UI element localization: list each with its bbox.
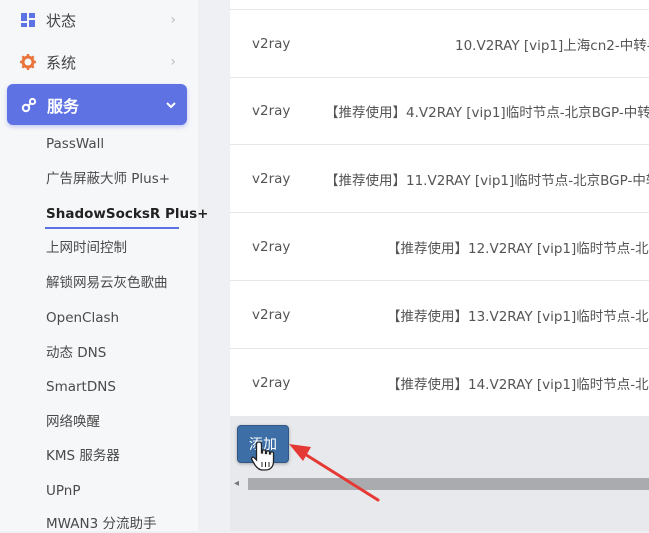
horizontal-scrollbar[interactable]: ◂ — [230, 476, 649, 492]
sidebar-item-status[interactable]: 状态 › — [8, 2, 186, 38]
table-footer — [230, 416, 649, 531]
node-name-cell: 【推荐使用】13.V2RAY [vip1]临时节点-北京BG — [387, 308, 649, 325]
protocol-cell: v2ray — [252, 170, 291, 187]
sidebar-subitem-ssr-plus[interactable]: ShadowSocksR Plus+ — [46, 205, 208, 223]
sidebar-subitem-mwan3[interactable]: MWAN3 分流助手 — [46, 515, 156, 533]
table-row[interactable]: v2ray 【推荐使用】4.V2RAY [vip1]临时节点-北京BGP-中转-… — [230, 77, 649, 145]
chevron-down-icon — [165, 96, 177, 115]
sidebar-item-label: 系统 — [46, 53, 77, 72]
table-row[interactable]: v2ray 【推荐使用】14.V2RAY [vip1]临时节点-北京BG — [230, 349, 649, 416]
services-icon — [21, 97, 37, 113]
node-table: v2ray 10.V2RAY [vip1]上海cn2-中转-香港 v2ray 【… — [230, 0, 649, 416]
node-name-cell: 10.V2RAY [vip1]上海cn2-中转-香港 — [455, 37, 649, 54]
dashboard-icon — [20, 12, 36, 28]
table-row[interactable]: v2ray 10.V2RAY [vip1]上海cn2-中转-香港 — [230, 9, 649, 78]
active-subitem-underline — [45, 227, 179, 229]
chevron-right-icon: › — [170, 12, 176, 28]
sidebar-item-label: 状态 — [46, 11, 77, 30]
protocol-cell: v2ray — [252, 35, 291, 52]
sidebar-subitem-unblock-music[interactable]: 解锁网易云灰色歌曲 — [46, 274, 168, 292]
node-name-cell: 【推荐使用】11.V2RAY [vip1]临时节点-北京BGP-中转-台 — [325, 172, 649, 189]
scrollbar-thumb[interactable] — [248, 478, 649, 490]
sidebar-subitem-wol[interactable]: 网络唤醒 — [46, 413, 100, 431]
protocol-cell: v2ray — [252, 306, 291, 323]
sidebar-subitem-adblock[interactable]: 广告屏蔽大师 Plus+ — [46, 170, 170, 188]
protocol-cell: v2ray — [252, 374, 291, 391]
sidebar-item-label: 服务 — [47, 96, 80, 116]
node-name-cell: 【推荐使用】14.V2RAY [vip1]临时节点-北京BG — [387, 376, 649, 393]
sidebar-item-system[interactable]: 系统 › — [8, 44, 186, 80]
gear-icon — [20, 54, 36, 70]
sidebar-subitem-passwall[interactable]: PassWall — [46, 135, 104, 153]
table-row[interactable]: v2ray 【推荐使用】13.V2RAY [vip1]临时节点-北京BG — [230, 281, 649, 349]
table-row[interactable]: v2ray 【推荐使用】12.V2RAY [vip1]临时节点-北京BG — [230, 213, 649, 281]
sidebar-subitem-time-control[interactable]: 上网时间控制 — [46, 239, 127, 257]
sidebar: 状态 › 系统 › 服务 PassWall 广告屏蔽大师 Plus+ Shado… — [0, 0, 208, 533]
sidebar-subitem-kms[interactable]: KMS 服务器 — [46, 447, 120, 465]
node-name-cell: 【推荐使用】4.V2RAY [vip1]临时节点-北京BGP-中转-台 — [325, 104, 649, 121]
hand-cursor-icon — [250, 441, 275, 471]
chevron-right-icon: › — [170, 54, 176, 70]
node-name-cell: 【推荐使用】12.V2RAY [vip1]临时节点-北京BG — [387, 240, 649, 257]
sidebar-subitem-openclash[interactable]: OpenClash — [46, 309, 119, 327]
protocol-cell: v2ray — [252, 102, 291, 119]
sidebar-subitem-smartdns[interactable]: SmartDNS — [46, 378, 116, 396]
scroll-left-icon[interactable]: ◂ — [234, 478, 239, 489]
table-row[interactable]: v2ray 【推荐使用】11.V2RAY [vip1]临时节点-北京BGP-中转… — [230, 145, 649, 213]
sidebar-subitem-upnp[interactable]: UPnP — [46, 482, 80, 500]
sidebar-subitem-ddns[interactable]: 动态 DNS — [46, 344, 106, 362]
protocol-cell: v2ray — [252, 238, 291, 255]
sidebar-item-services[interactable]: 服务 — [7, 84, 187, 125]
